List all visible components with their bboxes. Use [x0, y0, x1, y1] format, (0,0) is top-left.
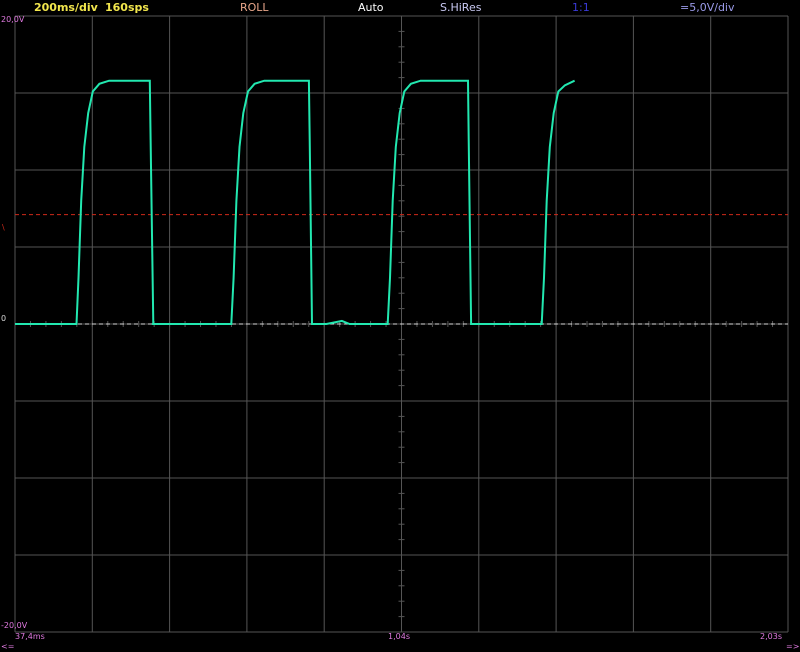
x-left-label: 37,4ms — [15, 632, 45, 641]
ground-marker[interactable]: 0 — [1, 314, 6, 323]
x-mid-label: 1,04s — [388, 632, 410, 641]
x-right-label: 2,03s — [760, 632, 782, 641]
y-top-label: 20,0V — [1, 15, 25, 24]
y-bottom-label: -20,0V — [1, 621, 28, 630]
channel-trace — [15, 79, 576, 325]
scroll-left-arrow[interactable]: <= — [1, 642, 14, 651]
scroll-right-arrow[interactable]: => — [786, 642, 799, 651]
scope-display: 20,0V -20,0V 0 \ 37,4ms 1,04s 2,03s <= =… — [1, 15, 799, 651]
trigger-level-marker[interactable]: \ — [2, 223, 5, 232]
